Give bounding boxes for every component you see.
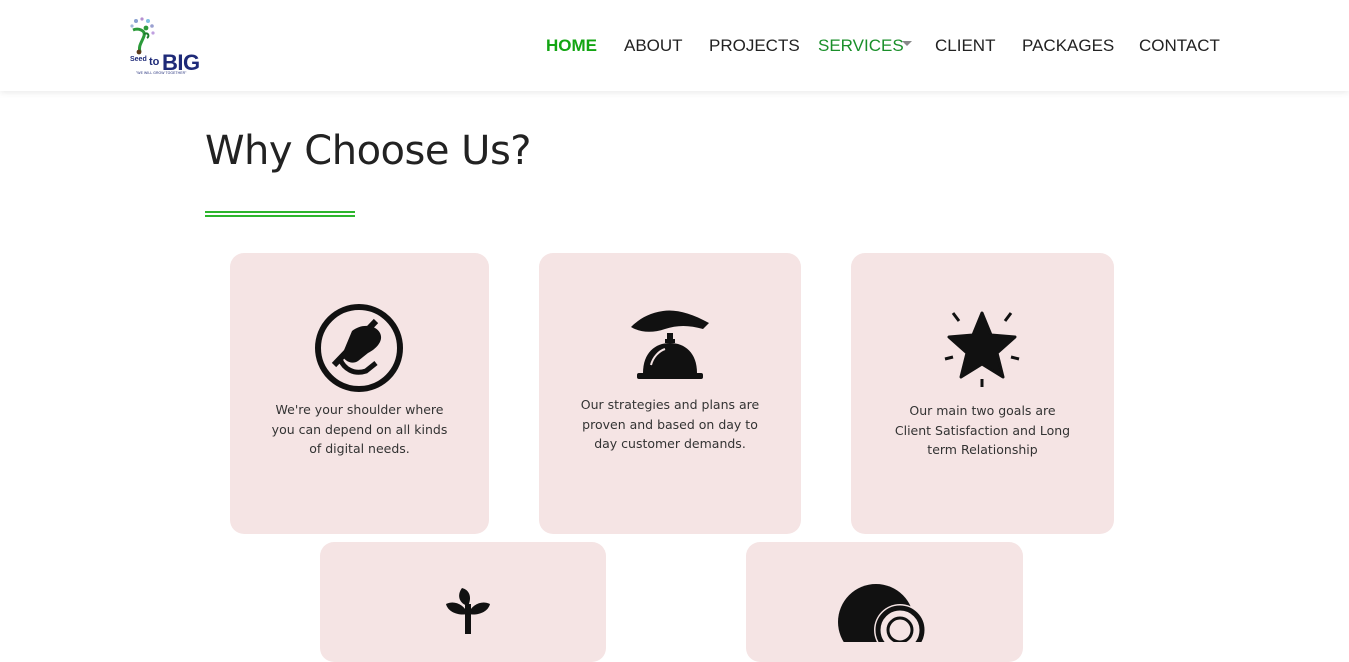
services-dropdown-caret-icon[interactable]	[902, 41, 912, 46]
feature-card-4	[320, 542, 606, 662]
logo-tagline: "WE WILL GROW TOGETHER"	[136, 71, 187, 75]
feature-card-2-text: Our strategies and plans are proven and …	[580, 397, 760, 451]
nav-services[interactable]: SERVICES	[818, 35, 904, 57]
feature-card-1: We're your shoulder where you can depend…	[230, 253, 489, 534]
nav-client[interactable]: CLIENT	[935, 35, 995, 57]
title-underline	[205, 211, 355, 217]
nav-packages[interactable]: PACKAGES	[1022, 35, 1114, 57]
navbar: Seed to BIG "WE WILL GROW TOGETHER" HOME…	[0, 0, 1349, 91]
logo-to-text: to	[149, 56, 160, 68]
handshake-icon	[315, 304, 403, 392]
coins-icon	[838, 584, 926, 642]
nav-contact[interactable]: CONTACT	[1139, 35, 1220, 57]
nav-projects[interactable]: PROJECTS	[709, 35, 800, 57]
nav-home[interactable]: HOME	[546, 35, 597, 57]
section-title: Why Choose Us?	[205, 128, 532, 174]
main-nav: HOME ABOUT PROJECTS SERVICES CLIENT PACK…	[0, 35, 1349, 57]
plant-icon	[446, 588, 490, 634]
logo-seed-text: Seed	[130, 56, 147, 63]
feature-card-3-text: Our main two goals are Client Satisfacti…	[894, 403, 1071, 457]
feature-card-1-text: We're your shoulder where you can depend…	[271, 402, 448, 456]
star-icon	[944, 311, 1020, 387]
nav-about[interactable]: ABOUT	[624, 35, 683, 57]
service-bell-icon	[631, 310, 709, 379]
feature-card-3: Our main two goals are Client Satisfacti…	[851, 253, 1114, 534]
feature-card-5	[746, 542, 1023, 662]
feature-card-2: Our strategies and plans are proven and …	[539, 253, 801, 534]
